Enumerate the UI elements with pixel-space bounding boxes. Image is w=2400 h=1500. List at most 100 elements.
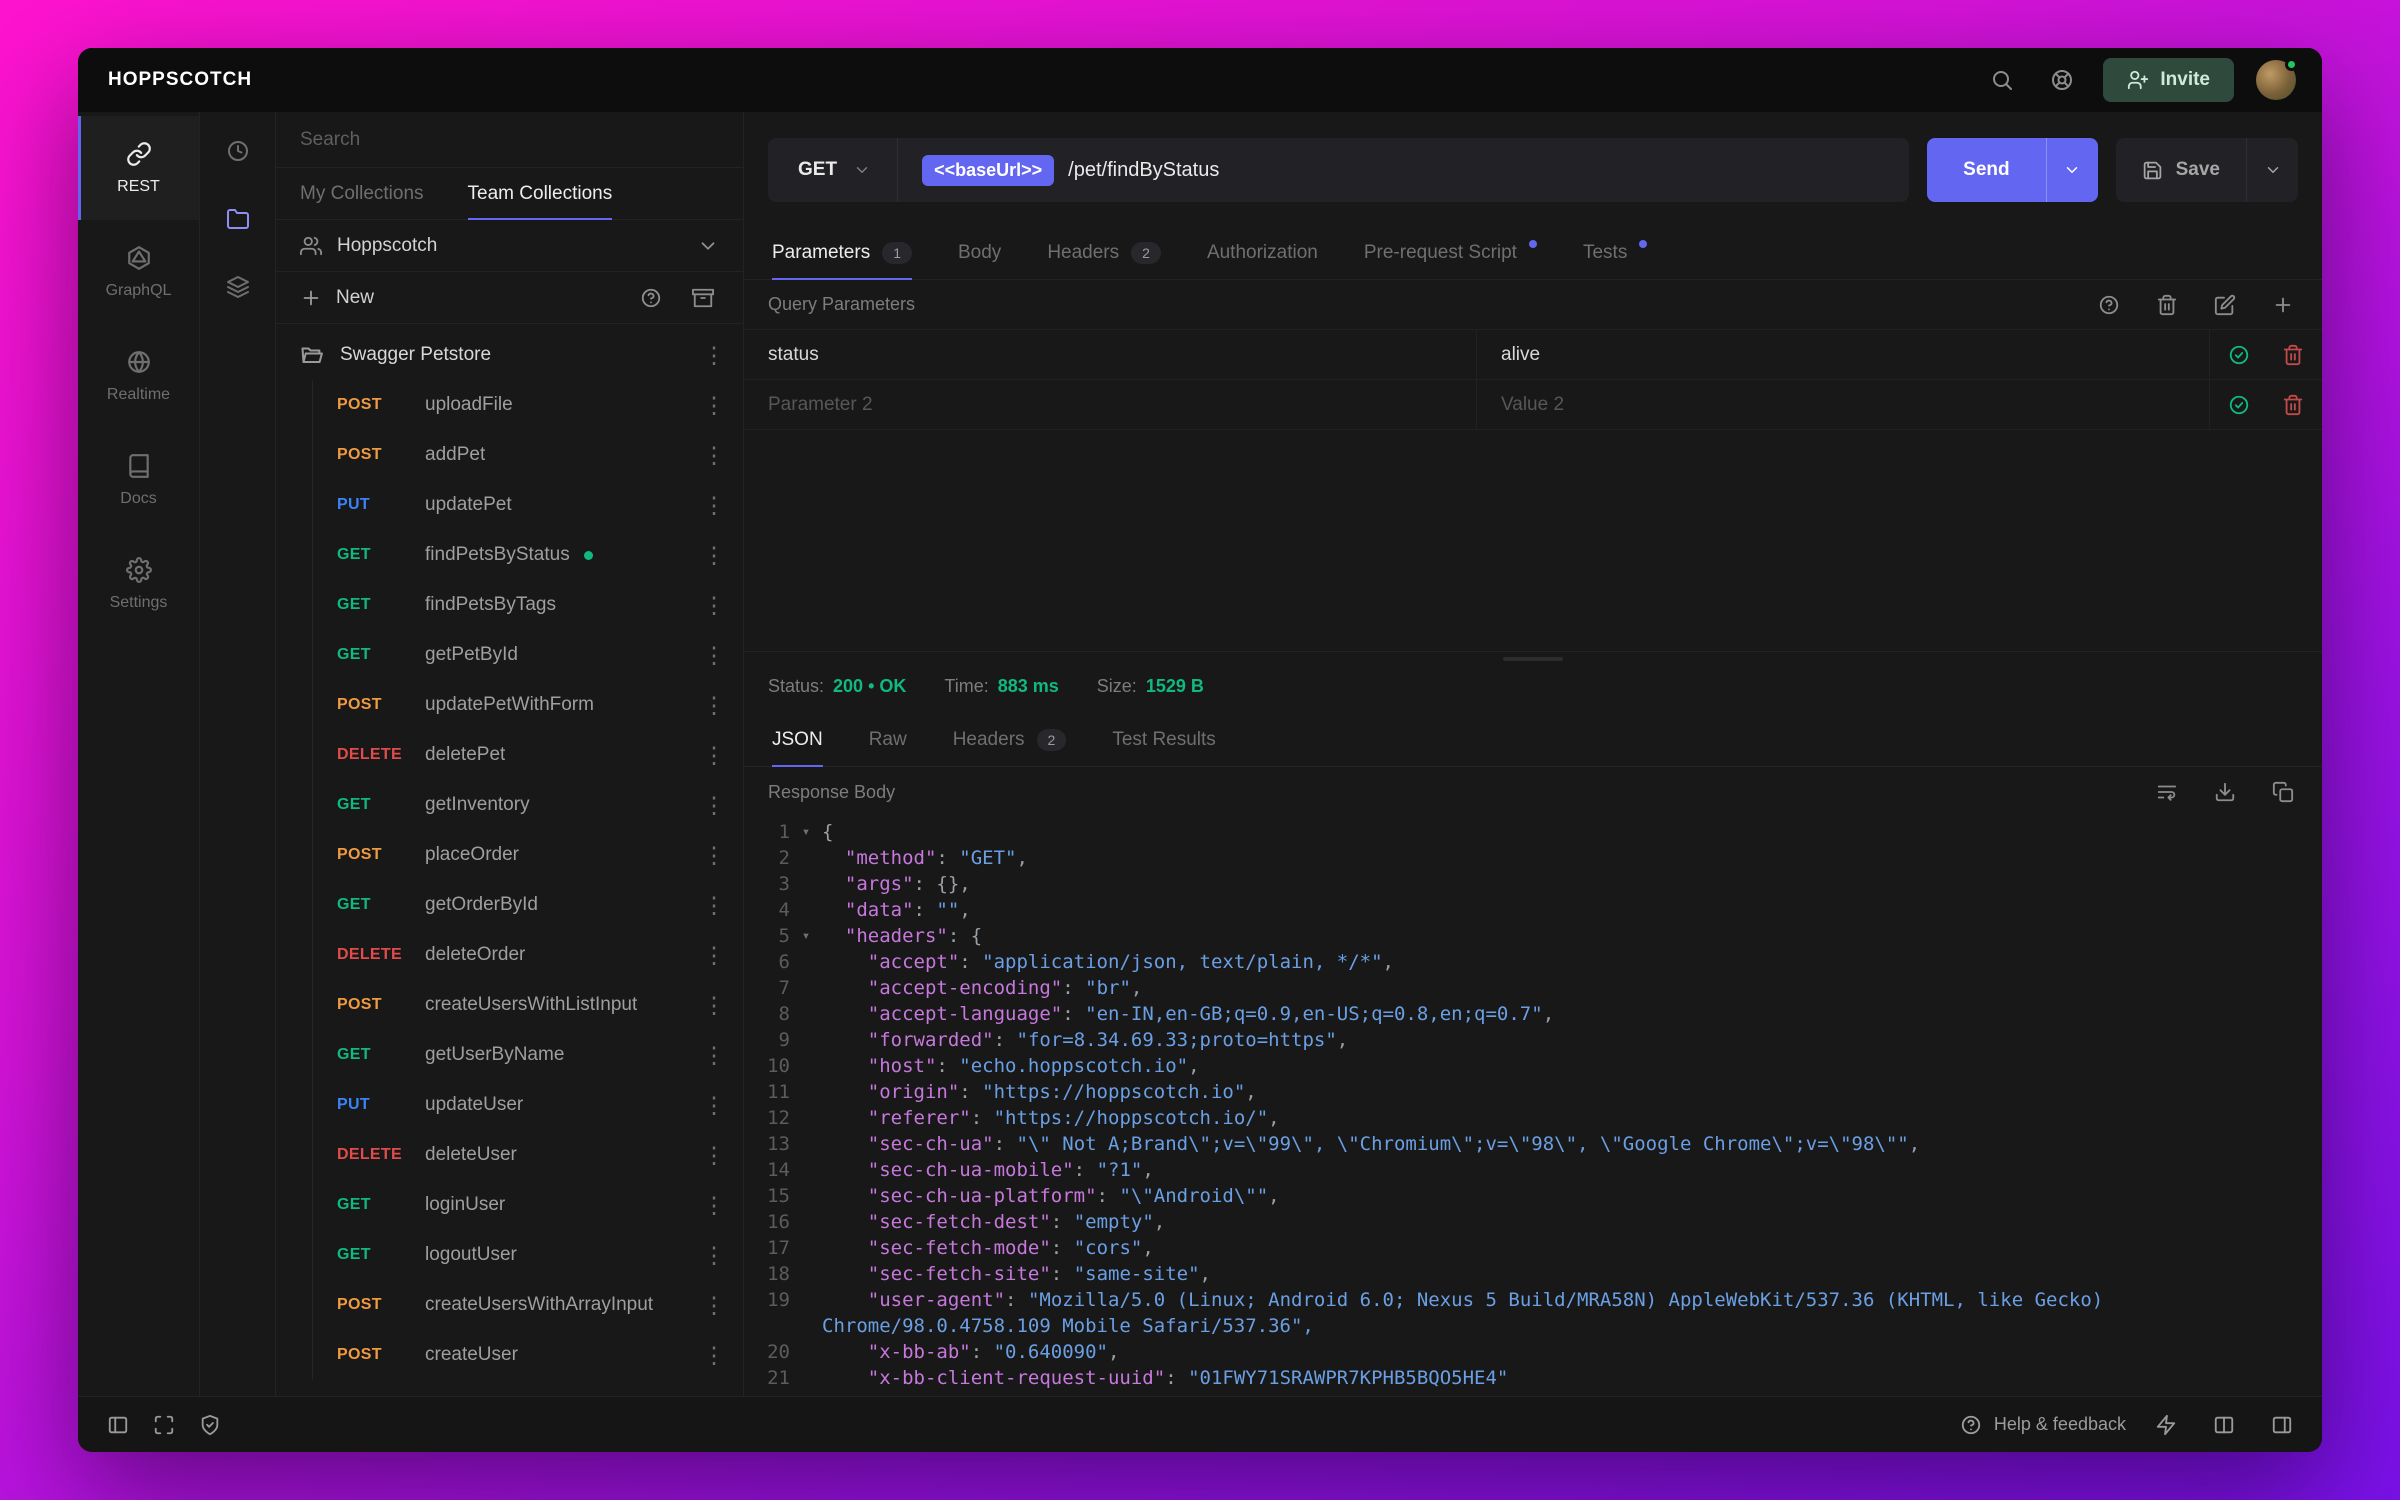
tab-json[interactable]: JSON [772,713,823,767]
tab-response-headers[interactable]: Headers 2 [953,713,1067,766]
param-key-input[interactable] [744,393,1476,416]
sidebar-item-settings[interactable]: Settings [78,532,199,636]
request-kebab-icon[interactable]: ⋮ [699,738,729,772]
panel-right-icon[interactable] [2264,1407,2300,1443]
fold-toggle-icon[interactable]: ▾ [790,819,822,845]
tab-raw[interactable]: Raw [869,713,907,766]
copy-icon[interactable] [2268,777,2298,807]
tab-test-results[interactable]: Test Results [1112,713,1215,766]
request-row[interactable]: DELETE deleteOrder ⋮ [313,930,743,980]
param-enabled-check-icon[interactable] [2224,340,2254,370]
request-kebab-icon[interactable]: ⋮ [699,1138,729,1172]
send-button[interactable]: Send [1927,138,2046,202]
request-kebab-icon[interactable]: ⋮ [699,838,729,872]
request-kebab-icon[interactable]: ⋮ [699,388,729,422]
request-row[interactable]: GET loginUser ⋮ [313,1180,743,1230]
collection-folder-partial[interactable] [276,1380,743,1396]
request-row[interactable]: GET getInventory ⋮ [313,780,743,830]
collections-folder-icon[interactable] [219,200,257,238]
add-parameter-plus-icon[interactable] [2268,290,2298,320]
tab-body[interactable]: Body [958,226,1001,279]
help-circle-icon[interactable] [2094,290,2124,320]
sidebar-item-rest[interactable]: REST [78,116,199,220]
edit-icon[interactable] [2210,290,2240,320]
tab-my-collections[interactable]: My Collections [300,168,424,219]
request-row[interactable]: POST createUsersWithArrayInput ⋮ [313,1280,743,1330]
help-feedback-button[interactable]: Help & feedback [1960,1414,2126,1436]
tab-tests[interactable]: Tests [1583,226,1648,279]
response-code[interactable]: 1 ▾{2 "method": "GET", 3 "args": {}, 4 "dat… [744,817,2322,1396]
avatar[interactable] [2256,58,2298,100]
expand-icon[interactable] [146,1407,182,1443]
request-row[interactable]: GET findPetsByTags ⋮ [313,580,743,630]
kebab-menu-icon[interactable]: ⋮ [699,338,729,372]
param-delete-trash-icon[interactable] [2278,390,2308,420]
tab-headers[interactable]: Headers 2 [1047,226,1161,279]
url-input[interactable]: <<baseUrl>> /pet/findByStatus [898,154,1909,186]
request-kebab-icon[interactable]: ⋮ [699,788,729,822]
archive-icon[interactable] [687,282,719,314]
tab-pre-request-script[interactable]: Pre-request Script [1364,226,1537,279]
request-kebab-icon[interactable]: ⋮ [699,1338,729,1372]
support-icon[interactable] [2043,61,2081,99]
tab-parameters[interactable]: Parameters 1 [772,226,912,280]
request-row[interactable]: POST addPet ⋮ [313,430,743,480]
request-row[interactable]: POST placeOrder ⋮ [313,830,743,880]
request-kebab-icon[interactable]: ⋮ [699,1038,729,1072]
request-kebab-icon[interactable]: ⋮ [699,938,729,972]
delete-all-trash-icon[interactable] [2152,290,2182,320]
download-icon[interactable] [2210,777,2240,807]
request-row[interactable]: GET logoutUser ⋮ [313,1230,743,1280]
team-selector[interactable]: Hoppscotch [276,220,743,272]
toggle-sidebar-icon[interactable] [100,1407,136,1443]
environments-layers-icon[interactable] [219,268,257,306]
collection-folder[interactable]: Swagger Petstore ⋮ [276,330,743,380]
request-row[interactable]: DELETE deletePet ⋮ [313,730,743,780]
request-kebab-icon[interactable]: ⋮ [699,538,729,572]
send-options-button[interactable] [2045,138,2098,202]
history-icon[interactable] [219,132,257,170]
request-row[interactable]: GET getPetById ⋮ [313,630,743,680]
invite-button[interactable]: Invite [2103,58,2234,102]
request-kebab-icon[interactable]: ⋮ [699,638,729,672]
tab-team-collections[interactable]: Team Collections [467,168,612,220]
param-delete-trash-icon[interactable] [2278,340,2308,370]
request-row[interactable]: POST createUsersWithListInput ⋮ [313,980,743,1030]
request-kebab-icon[interactable]: ⋮ [699,1238,729,1272]
save-button[interactable]: Save [2115,138,2246,202]
request-row[interactable]: DELETE deleteUser ⋮ [313,1130,743,1180]
help-circle-icon[interactable] [635,282,667,314]
request-kebab-icon[interactable]: ⋮ [699,688,729,722]
request-kebab-icon[interactable]: ⋮ [699,1088,729,1122]
request-kebab-icon[interactable]: ⋮ [699,438,729,472]
columns-layout-icon[interactable] [2206,1407,2242,1443]
param-value-input[interactable] [1477,343,2209,366]
method-select[interactable]: GET [768,138,899,202]
request-kebab-icon[interactable]: ⋮ [699,988,729,1022]
pane-resize-handle[interactable] [1503,657,1563,661]
sidebar-item-realtime[interactable]: Realtime [78,324,199,428]
fold-toggle-icon[interactable]: ▾ [790,923,822,949]
request-kebab-icon[interactable]: ⋮ [699,488,729,522]
shortcuts-zap-icon[interactable] [2148,1407,2184,1443]
request-row[interactable]: POST uploadFile ⋮ [313,380,743,430]
request-kebab-icon[interactable]: ⋮ [699,888,729,922]
base-url-chip[interactable]: <<baseUrl>> [922,154,1055,186]
request-row[interactable]: GET findPetsByStatus ⋮ [313,530,743,580]
sidebar-item-graphql[interactable]: GraphQL [78,220,199,324]
param-value-input[interactable] [1477,393,2209,416]
param-enabled-check-icon[interactable] [2224,390,2254,420]
search-icon[interactable] [1983,61,2021,99]
request-kebab-icon[interactable]: ⋮ [699,1188,729,1222]
wrap-lines-icon[interactable] [2152,777,2182,807]
tab-authorization[interactable]: Authorization [1207,226,1318,279]
request-row[interactable]: GET getUserByName ⋮ [313,1030,743,1080]
request-row[interactable]: PUT updatePet ⋮ [313,480,743,530]
search-input[interactable] [300,128,719,151]
request-kebab-icon[interactable]: ⋮ [699,1288,729,1322]
new-collection-button[interactable]: New [300,287,374,309]
sidebar-item-docs[interactable]: Docs [78,428,199,532]
shield-check-icon[interactable] [192,1407,228,1443]
request-row[interactable]: POST createUser ⋮ [313,1330,743,1380]
param-key-input[interactable] [744,343,1476,366]
